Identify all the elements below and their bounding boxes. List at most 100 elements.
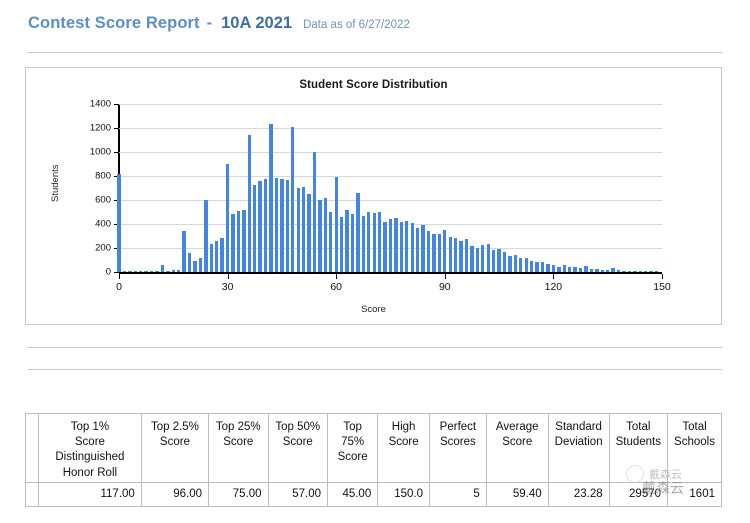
chart-bar — [117, 174, 120, 272]
table-cell: 45.00 — [328, 483, 378, 507]
chart-bar — [329, 212, 332, 272]
table-cell: 23.28 — [548, 483, 609, 507]
chart-bar — [128, 271, 131, 272]
chart-bar — [633, 271, 636, 272]
y-axis-tick-label: 800 — [95, 171, 111, 182]
y-axis-tick-label: 600 — [95, 195, 111, 206]
chart-bar — [275, 178, 278, 272]
table-column-header-line: Perfect — [436, 420, 480, 435]
chart-bar — [150, 271, 153, 272]
table-column-header-line: Score — [334, 450, 371, 465]
chart-bar — [535, 262, 538, 272]
table-column-header-line: Score — [493, 435, 542, 450]
chart-bar — [280, 179, 283, 272]
chart-bar — [373, 213, 376, 272]
table-column-header-line: Total — [616, 420, 661, 435]
chart-bar — [579, 268, 582, 272]
chart-bar — [438, 234, 441, 272]
chart-bar — [351, 214, 354, 272]
chart-bar — [215, 241, 218, 272]
chart-gridline — [119, 176, 662, 177]
y-axis-tick-mark — [114, 104, 119, 105]
table-column-header-line: 75% — [334, 435, 371, 450]
x-axis-tick-label: 0 — [116, 281, 122, 293]
page-title: Contest Score Report — [28, 14, 200, 33]
table-cell: 150.0 — [378, 483, 430, 507]
chart-bar — [519, 258, 522, 272]
chart-bar — [291, 127, 294, 272]
chart-bar — [595, 269, 598, 272]
table-column-header: StandardDeviation — [548, 414, 609, 483]
chart-bar — [188, 253, 191, 272]
chart-bar — [155, 271, 158, 272]
chart-bar — [405, 221, 408, 272]
table-cell: 57.00 — [268, 483, 327, 507]
table-column-header: Top 50%Score — [268, 414, 327, 483]
table-column-header: HighScore — [378, 414, 430, 483]
chart-card: Student Score Distribution Students Scor… — [25, 67, 722, 325]
chart-bar — [134, 271, 137, 272]
y-axis-tick-label: 1400 — [90, 99, 111, 110]
title-separator: - — [207, 14, 213, 33]
chart-bar — [123, 271, 126, 272]
chart-bar — [644, 271, 647, 272]
chart-bar — [383, 222, 386, 272]
chart-bar — [487, 244, 490, 272]
chart-bar — [237, 211, 240, 272]
x-axis-tick-mark — [119, 274, 120, 279]
chart-bar — [649, 271, 652, 272]
table-column-header-line: Standard — [555, 420, 603, 435]
table-column-header: AverageScore — [486, 414, 548, 483]
table-column-header-line: Score — [384, 435, 423, 450]
chart-bar — [318, 200, 321, 272]
chart-bar — [307, 194, 310, 272]
chart-bar — [503, 252, 506, 272]
chart-bar — [139, 271, 142, 272]
chart-bar — [449, 237, 452, 272]
table-row-label-header — [26, 414, 39, 483]
table-column-header-line: Score — [148, 435, 202, 450]
header-divider — [28, 52, 722, 53]
chart-bar — [297, 188, 300, 272]
table-cell: 75.00 — [209, 483, 268, 507]
table-body: 117.0096.0075.0057.0045.00150.0559.4023.… — [26, 483, 722, 507]
chart-bar — [552, 265, 555, 272]
table-column-header-line: Students — [616, 435, 661, 450]
y-axis-tick-label: 400 — [95, 219, 111, 230]
page-header: Contest Score Report - 10A 2021 Data as … — [0, 0, 750, 33]
x-axis-tick-label: 30 — [222, 281, 234, 293]
chart-gridline — [119, 152, 662, 153]
chart-bar — [166, 271, 169, 272]
table-column-header-line: Honor Roll — [45, 466, 135, 481]
chart-bar — [204, 200, 207, 272]
table-cell: 96.00 — [141, 483, 208, 507]
chart-bar — [340, 217, 343, 272]
chart-bar — [253, 185, 256, 272]
chart-bar — [617, 270, 620, 272]
chart-bar — [389, 219, 392, 272]
x-axis-ticks: 0306090120150 — [119, 274, 662, 296]
chart-bar — [231, 214, 234, 272]
chart-bar — [454, 238, 457, 272]
table-column-header-line: Score — [45, 435, 135, 450]
table-column-header-line: Total — [674, 420, 715, 435]
chart-bar — [611, 268, 614, 272]
chart-bar — [242, 210, 245, 272]
chart-bar — [639, 271, 642, 272]
chart-gridline — [119, 104, 662, 105]
y-axis-tick-label: 1200 — [90, 123, 111, 134]
chart-bottom-divider-1 — [28, 347, 722, 348]
chart-bar — [432, 234, 435, 272]
chart-bar — [182, 231, 185, 272]
y-axis-tick-mark — [114, 272, 119, 273]
y-axis-tick-mark — [114, 152, 119, 153]
table-row-label — [26, 483, 39, 507]
chart-bar — [601, 270, 604, 272]
chart-bar — [476, 248, 479, 272]
chart-bar — [557, 267, 560, 272]
chart-bar — [563, 265, 566, 272]
table-column-header-line: Top 50% — [275, 420, 321, 435]
table-column-header-line: Deviation — [555, 435, 603, 450]
chart-bar — [220, 238, 223, 272]
chart-bar — [514, 255, 517, 272]
